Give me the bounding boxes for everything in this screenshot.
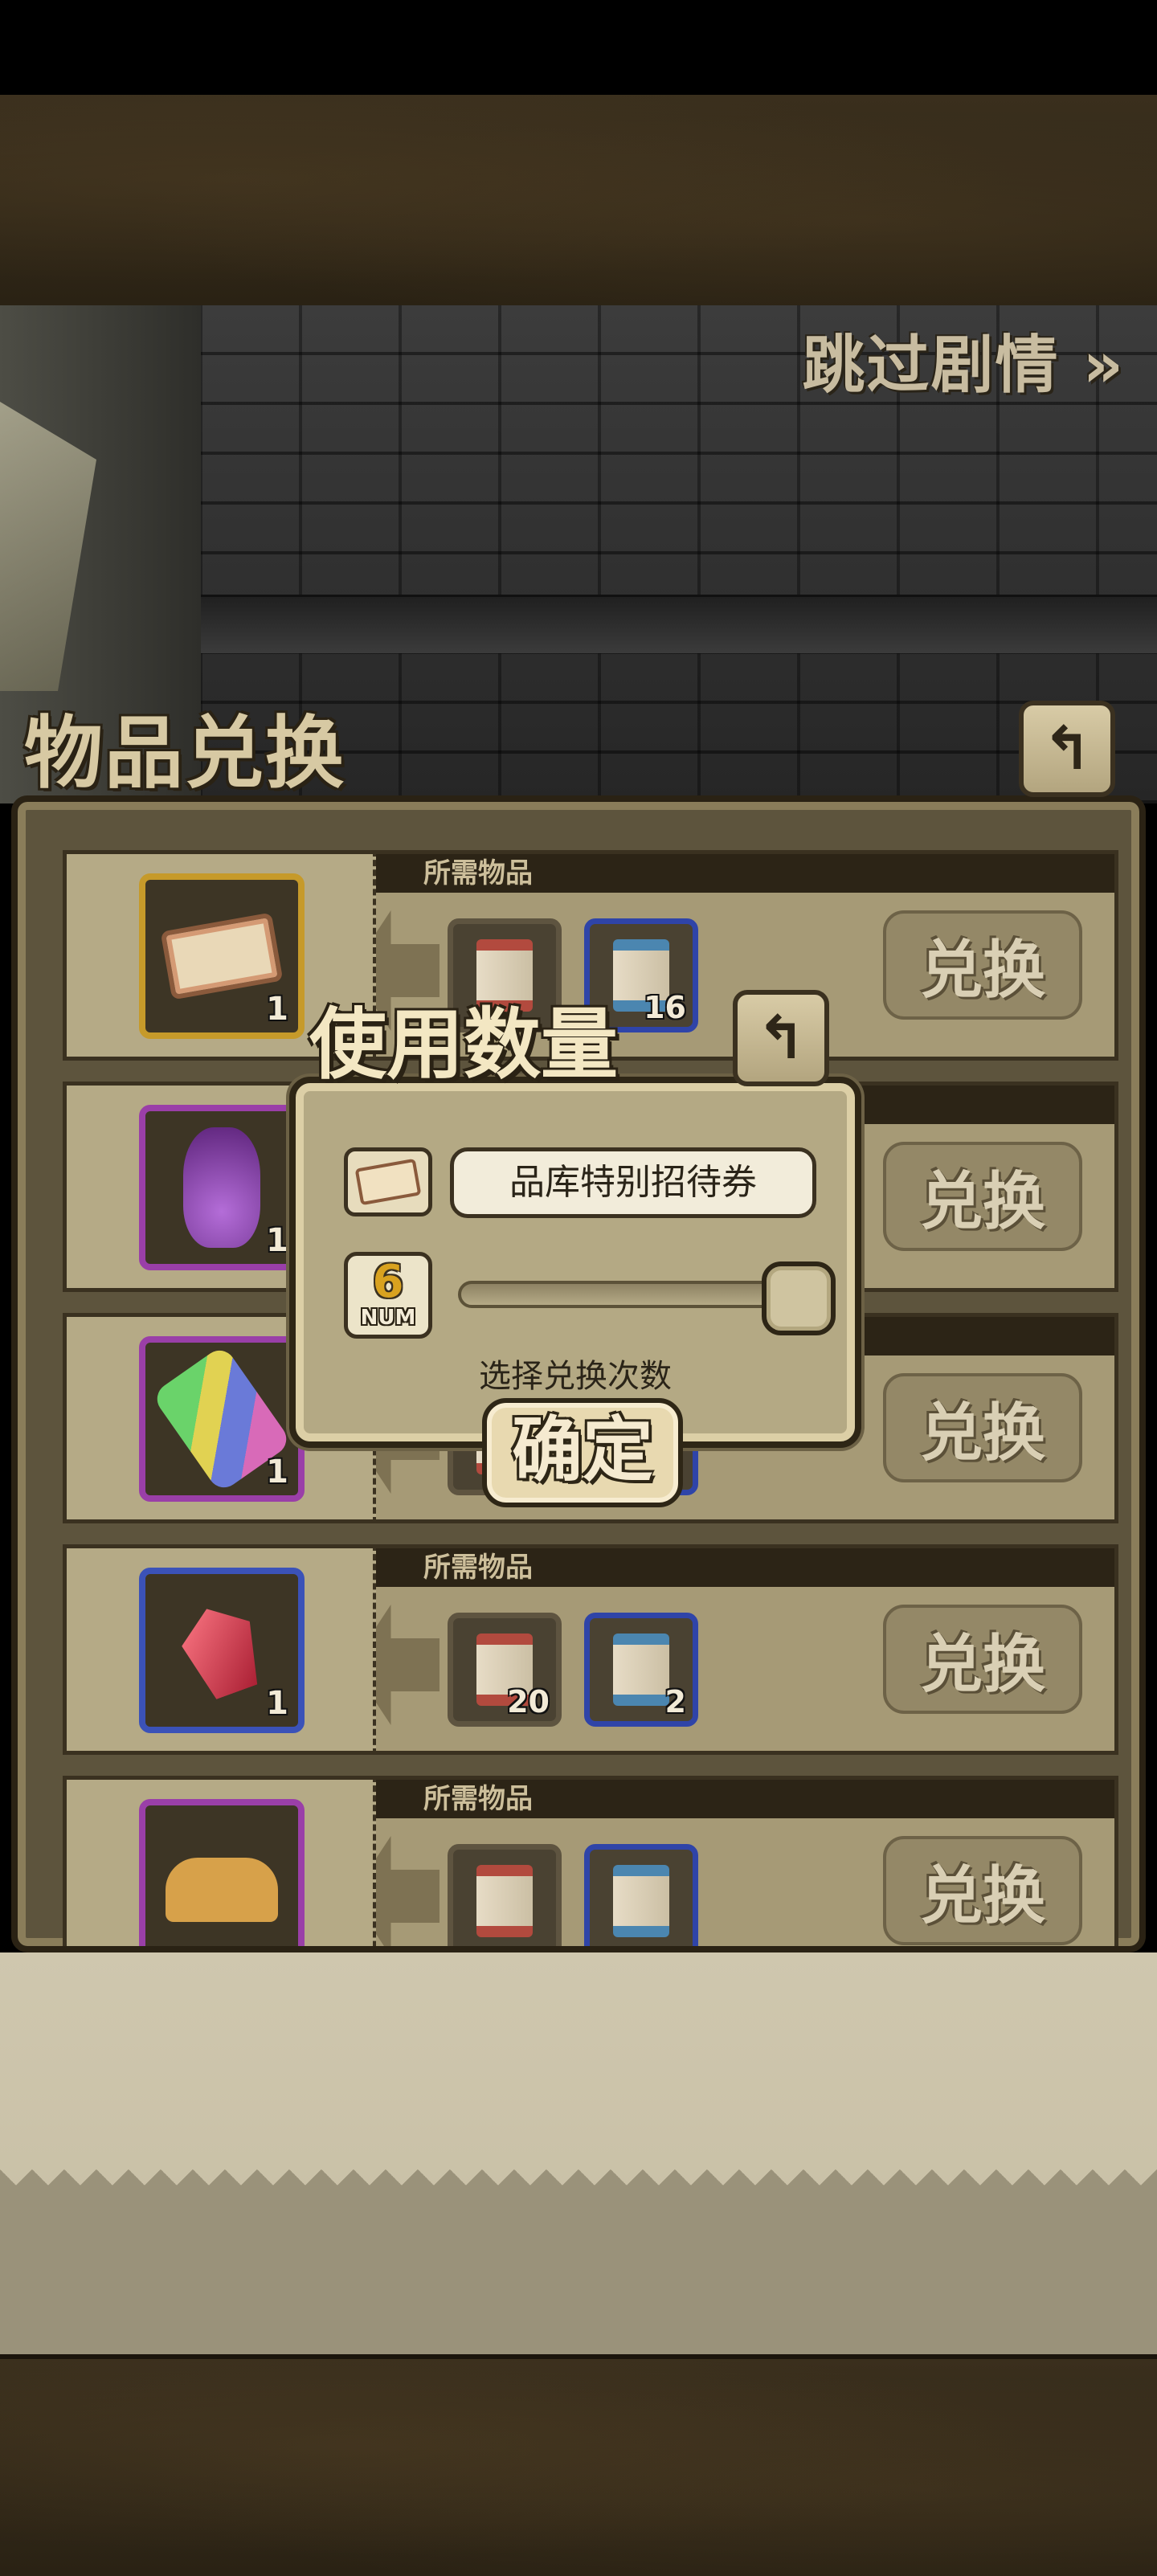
slider-hint: 选择兑换次数 xyxy=(479,1358,672,1395)
exchange-row: 所需物品 20 2 兑换 1 xyxy=(50,1544,1118,1755)
exchange-button[interactable]: 兑换 xyxy=(883,1373,1082,1482)
reward-slot xyxy=(63,1776,376,1946)
scene-beam xyxy=(201,595,1157,653)
skip-story-button[interactable]: 跳过剧情 » xyxy=(802,329,1125,402)
confirm-button[interactable]: 确定 xyxy=(482,1398,683,1507)
reward-quantity: 1 xyxy=(266,1454,288,1490)
required-item[interactable] xyxy=(448,1844,562,1946)
quantity-slider-thumb[interactable] xyxy=(762,1261,836,1335)
panel-title: 物品兑换 xyxy=(24,708,346,799)
exchange-button[interactable]: 兑换 xyxy=(883,1142,1082,1251)
ticket-icon xyxy=(344,1147,432,1216)
map-banner-bottom xyxy=(0,2354,1157,2576)
required-items-label: 所需物品 xyxy=(351,1780,1114,1818)
gem-icon xyxy=(173,1597,271,1704)
count-display: 6 NUM xyxy=(344,1252,432,1339)
required-items-label: 所需物品 xyxy=(351,1548,1114,1587)
map-banner-top xyxy=(0,95,1157,310)
reward-quantity: 1 xyxy=(266,1222,288,1259)
modal-title: 使用数量 xyxy=(309,1000,618,1090)
requirement-area: 所需物品 20 2 兑换 xyxy=(347,1544,1118,1755)
reward-item[interactable]: 1 xyxy=(139,1105,305,1270)
scroll-icon xyxy=(476,1865,533,1937)
reward-quantity: 1 xyxy=(266,1685,288,1722)
vase-icon xyxy=(183,1127,260,1248)
required-item[interactable] xyxy=(584,1844,698,1946)
reward-item[interactable]: 1 xyxy=(139,1336,305,1502)
required-item[interactable]: 20 xyxy=(448,1613,562,1727)
required-item[interactable]: 2 xyxy=(584,1613,698,1727)
count-label: NUM xyxy=(360,1306,416,1330)
return-arrow-icon: ↰ xyxy=(755,1004,806,1073)
required-quantity: 16 xyxy=(644,990,686,1025)
return-arrow-icon: ↰ xyxy=(1041,714,1092,783)
reward-item[interactable]: 1 xyxy=(139,873,305,1039)
reward-quantity: 1 xyxy=(266,991,288,1028)
exchange-row: 所需物品兑换 xyxy=(50,1776,1118,1946)
status-bar xyxy=(0,0,1157,95)
count-value: 6 xyxy=(372,1256,404,1308)
exchange-button[interactable]: 兑换 xyxy=(883,1836,1082,1945)
paper-background-lower xyxy=(0,2202,1157,2354)
scroll-icon xyxy=(613,1634,669,1706)
reward-item[interactable]: 1 xyxy=(139,1568,305,1733)
panel-back-button[interactable]: ↰ xyxy=(1019,701,1115,797)
exchange-button[interactable]: 兑换 xyxy=(883,910,1082,1020)
reward-item[interactable] xyxy=(139,1799,305,1946)
ticket-icon xyxy=(160,912,284,1000)
paper-torn-edge xyxy=(0,2169,1157,2202)
reward-slot: 1 xyxy=(63,1544,376,1755)
quantity-dialog: 品库特别招待券 6 NUM 选择兑换次数 确定 xyxy=(289,1077,861,1507)
modal-back-button[interactable]: ↰ xyxy=(733,990,829,1086)
required-items-label: 所需物品 xyxy=(351,854,1114,893)
item-name-field: 品库特别招待券 xyxy=(450,1147,816,1218)
scroll-icon xyxy=(613,1865,669,1937)
bread-icon xyxy=(166,1858,278,1922)
required-quantity: 20 xyxy=(507,1684,550,1719)
required-quantity: 2 xyxy=(664,1684,686,1719)
requirement-area: 所需物品兑换 xyxy=(347,1776,1118,1946)
exchange-button[interactable]: 兑换 xyxy=(883,1605,1082,1714)
